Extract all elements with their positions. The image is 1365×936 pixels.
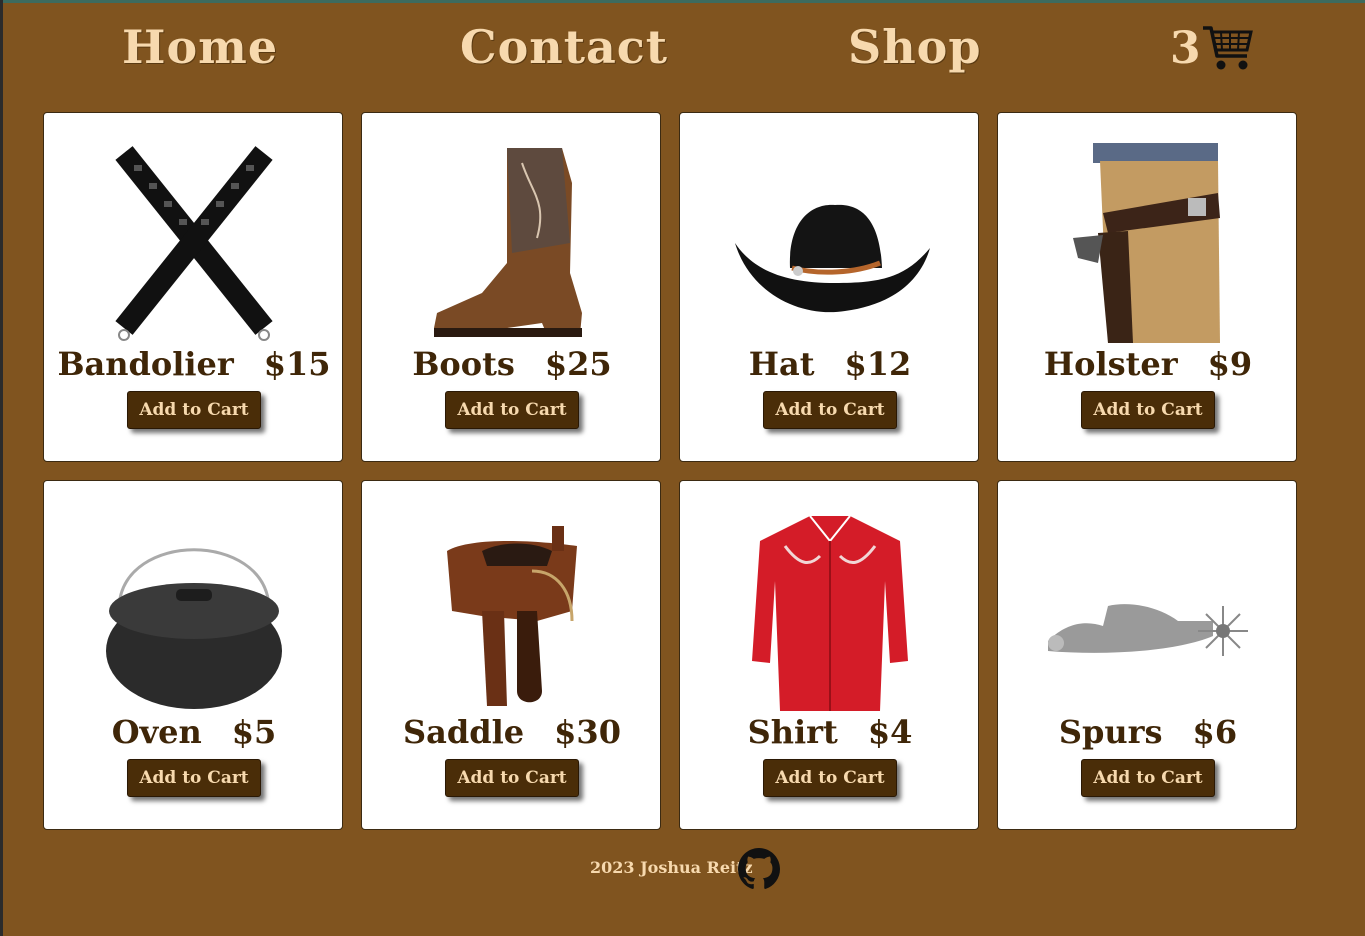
footer-copyright: 2023 Joshua Reitz (590, 858, 753, 877)
product-price: $6 (1192, 713, 1238, 751)
nav-contact-link[interactable]: Contact (460, 20, 668, 74)
product-title: Boots $25 (362, 345, 662, 383)
hat-image (730, 143, 930, 343)
oven-image (94, 511, 294, 711)
product-price: $25 (544, 345, 612, 383)
main-nav: Home Contact Shop 3 (0, 0, 1365, 100)
add-to-cart-button[interactable]: Add to Cart (763, 759, 897, 797)
product-price: $15 (263, 345, 331, 383)
nav-home-link[interactable]: Home (122, 20, 278, 74)
cart-count: 3 (1170, 22, 1201, 74)
nav-shop-link[interactable]: Shop (848, 20, 982, 74)
bandolier-image (94, 143, 294, 343)
product-card-hat: Hat $12 Add to Cart (679, 112, 979, 462)
window-left-border (0, 0, 3, 936)
product-name: Boots (412, 345, 515, 383)
product-name: Saddle (403, 713, 525, 751)
product-card-bandolier: Bandolier $15 Add to Cart (43, 112, 343, 462)
product-title: Oven $5 (44, 713, 344, 751)
product-card-boots: Boots $25 Add to Cart (361, 112, 661, 462)
product-price: $30 (554, 713, 621, 751)
spurs-image (1048, 511, 1248, 711)
product-price: $4 (867, 713, 913, 751)
cart-button[interactable]: 3 (1170, 22, 1255, 74)
add-to-cart-button[interactable]: Add to Cart (1081, 759, 1215, 797)
product-name: Bandolier (57, 345, 234, 383)
product-name: Shirt (747, 713, 838, 751)
product-card-holster: Holster $9 Add to Cart (997, 112, 1297, 462)
product-card-saddle: Saddle $30 Add to Cart (361, 480, 661, 830)
shopping-cart-icon (1202, 26, 1253, 70)
github-icon[interactable] (738, 848, 780, 890)
product-title: Hat $12 (680, 345, 980, 383)
add-to-cart-button[interactable]: Add to Cart (445, 759, 579, 797)
footer: 2023 Joshua Reitz (0, 846, 1365, 890)
add-to-cart-button[interactable]: Add to Cart (763, 391, 897, 429)
product-title: Shirt $4 (680, 713, 980, 751)
product-title: Bandolier $15 (44, 345, 344, 383)
product-price: $9 (1207, 345, 1253, 383)
product-title: Holster $9 (998, 345, 1298, 383)
add-to-cart-button[interactable]: Add to Cart (127, 391, 261, 429)
shirt-image (730, 511, 930, 711)
product-title: Spurs $6 (998, 713, 1298, 751)
product-title: Saddle $30 (362, 713, 662, 751)
add-to-cart-button[interactable]: Add to Cart (1081, 391, 1215, 429)
product-price: $12 (844, 345, 912, 383)
product-card-spurs: Spurs $6 Add to Cart (997, 480, 1297, 830)
product-card-shirt: Shirt $4 Add to Cart (679, 480, 979, 830)
product-card-oven: Oven $5 Add to Cart (43, 480, 343, 830)
product-name: Holster (1043, 345, 1178, 383)
product-price: $5 (231, 713, 277, 751)
boots-image (412, 143, 612, 343)
product-name: Spurs (1058, 713, 1163, 751)
saddle-image (412, 511, 612, 711)
add-to-cart-button[interactable]: Add to Cart (127, 759, 261, 797)
add-to-cart-button[interactable]: Add to Cart (445, 391, 579, 429)
product-name: Hat (748, 345, 815, 383)
product-name: Oven (111, 713, 202, 751)
holster-image (1048, 143, 1248, 343)
